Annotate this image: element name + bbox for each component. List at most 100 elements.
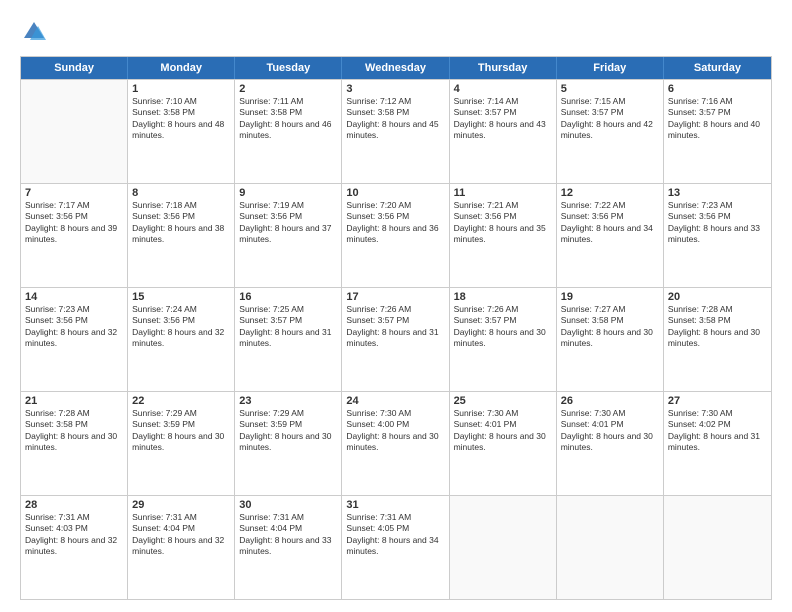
day-number: 13 bbox=[668, 187, 767, 199]
cell-line: Daylight: 8 hours and 33 minutes. bbox=[668, 223, 767, 246]
cell-line: Sunset: 3:57 PM bbox=[454, 107, 552, 118]
day-number: 24 bbox=[346, 395, 444, 407]
day-number: 23 bbox=[239, 395, 337, 407]
cal-header-cell: Sunday bbox=[21, 57, 128, 79]
cal-header-cell: Wednesday bbox=[342, 57, 449, 79]
cell-line: Sunrise: 7:27 AM bbox=[561, 304, 659, 315]
cal-cell: 12Sunrise: 7:22 AMSunset: 3:56 PMDayligh… bbox=[557, 184, 664, 287]
cal-week: 1Sunrise: 7:10 AMSunset: 3:58 PMDaylight… bbox=[21, 79, 771, 183]
cell-line: Sunset: 3:58 PM bbox=[239, 107, 337, 118]
cell-line: Sunrise: 7:15 AM bbox=[561, 96, 659, 107]
cell-line: Daylight: 8 hours and 42 minutes. bbox=[561, 119, 659, 142]
cell-line: Sunset: 3:58 PM bbox=[25, 419, 123, 430]
day-number: 21 bbox=[25, 395, 123, 407]
page: SundayMondayTuesdayWednesdayThursdayFrid… bbox=[0, 0, 792, 612]
cell-line: Sunset: 3:56 PM bbox=[346, 211, 444, 222]
cell-line: Sunrise: 7:31 AM bbox=[25, 512, 123, 523]
cal-cell: 31Sunrise: 7:31 AMSunset: 4:05 PMDayligh… bbox=[342, 496, 449, 599]
cell-line: Sunset: 3:56 PM bbox=[132, 211, 230, 222]
cal-cell: 28Sunrise: 7:31 AMSunset: 4:03 PMDayligh… bbox=[21, 496, 128, 599]
cell-line: Daylight: 8 hours and 30 minutes. bbox=[454, 431, 552, 454]
calendar-header-row: SundayMondayTuesdayWednesdayThursdayFrid… bbox=[21, 57, 771, 79]
logo-icon bbox=[20, 18, 48, 46]
cell-line: Sunrise: 7:20 AM bbox=[346, 200, 444, 211]
cell-line: Sunset: 4:00 PM bbox=[346, 419, 444, 430]
cell-line: Sunrise: 7:23 AM bbox=[25, 304, 123, 315]
cell-line: Daylight: 8 hours and 35 minutes. bbox=[454, 223, 552, 246]
cell-line: Sunrise: 7:24 AM bbox=[132, 304, 230, 315]
cal-cell: 1Sunrise: 7:10 AMSunset: 3:58 PMDaylight… bbox=[128, 80, 235, 183]
cell-line: Sunrise: 7:10 AM bbox=[132, 96, 230, 107]
cal-cell: 4Sunrise: 7:14 AMSunset: 3:57 PMDaylight… bbox=[450, 80, 557, 183]
cal-cell: 21Sunrise: 7:28 AMSunset: 3:58 PMDayligh… bbox=[21, 392, 128, 495]
day-number: 8 bbox=[132, 187, 230, 199]
cell-line: Sunset: 3:56 PM bbox=[668, 211, 767, 222]
day-number: 3 bbox=[346, 83, 444, 95]
day-number: 10 bbox=[346, 187, 444, 199]
cal-week: 7Sunrise: 7:17 AMSunset: 3:56 PMDaylight… bbox=[21, 183, 771, 287]
cell-line: Sunset: 3:58 PM bbox=[132, 107, 230, 118]
cal-cell: 23Sunrise: 7:29 AMSunset: 3:59 PMDayligh… bbox=[235, 392, 342, 495]
day-number: 25 bbox=[454, 395, 552, 407]
cell-line: Daylight: 8 hours and 30 minutes. bbox=[346, 431, 444, 454]
cal-cell: 22Sunrise: 7:29 AMSunset: 3:59 PMDayligh… bbox=[128, 392, 235, 495]
cell-line: Daylight: 8 hours and 38 minutes. bbox=[132, 223, 230, 246]
day-number: 20 bbox=[668, 291, 767, 303]
cell-line: Daylight: 8 hours and 36 minutes. bbox=[346, 223, 444, 246]
cell-line: Sunset: 3:59 PM bbox=[132, 419, 230, 430]
cal-cell: 24Sunrise: 7:30 AMSunset: 4:00 PMDayligh… bbox=[342, 392, 449, 495]
cell-line: Sunrise: 7:25 AM bbox=[239, 304, 337, 315]
cell-line: Sunrise: 7:30 AM bbox=[346, 408, 444, 419]
cell-line: Daylight: 8 hours and 45 minutes. bbox=[346, 119, 444, 142]
calendar: SundayMondayTuesdayWednesdayThursdayFrid… bbox=[20, 56, 772, 600]
day-number: 1 bbox=[132, 83, 230, 95]
cell-line: Sunrise: 7:16 AM bbox=[668, 96, 767, 107]
cell-line: Sunrise: 7:31 AM bbox=[132, 512, 230, 523]
cell-line: Sunset: 3:56 PM bbox=[25, 211, 123, 222]
day-number: 15 bbox=[132, 291, 230, 303]
cell-line: Sunset: 4:05 PM bbox=[346, 523, 444, 534]
cal-header-cell: Thursday bbox=[450, 57, 557, 79]
cal-cell: 30Sunrise: 7:31 AMSunset: 4:04 PMDayligh… bbox=[235, 496, 342, 599]
cell-line: Sunset: 3:57 PM bbox=[668, 107, 767, 118]
day-number: 12 bbox=[561, 187, 659, 199]
cell-line: Sunrise: 7:22 AM bbox=[561, 200, 659, 211]
cell-line: Sunrise: 7:31 AM bbox=[346, 512, 444, 523]
cal-week: 28Sunrise: 7:31 AMSunset: 4:03 PMDayligh… bbox=[21, 495, 771, 599]
day-number: 19 bbox=[561, 291, 659, 303]
cell-line: Sunrise: 7:26 AM bbox=[454, 304, 552, 315]
cal-cell: 25Sunrise: 7:30 AMSunset: 4:01 PMDayligh… bbox=[450, 392, 557, 495]
cell-line: Sunset: 3:58 PM bbox=[561, 315, 659, 326]
cell-line: Daylight: 8 hours and 43 minutes. bbox=[454, 119, 552, 142]
cell-line: Daylight: 8 hours and 48 minutes. bbox=[132, 119, 230, 142]
cell-line: Daylight: 8 hours and 32 minutes. bbox=[132, 535, 230, 558]
cell-line: Sunrise: 7:12 AM bbox=[346, 96, 444, 107]
cell-line: Daylight: 8 hours and 30 minutes. bbox=[132, 431, 230, 454]
cell-line: Sunrise: 7:17 AM bbox=[25, 200, 123, 211]
cell-line: Daylight: 8 hours and 30 minutes. bbox=[561, 431, 659, 454]
day-number: 31 bbox=[346, 499, 444, 511]
cal-cell: 3Sunrise: 7:12 AMSunset: 3:58 PMDaylight… bbox=[342, 80, 449, 183]
cell-line: Sunset: 3:57 PM bbox=[346, 315, 444, 326]
day-number: 28 bbox=[25, 499, 123, 511]
cal-cell: 6Sunrise: 7:16 AMSunset: 3:57 PMDaylight… bbox=[664, 80, 771, 183]
cal-cell: 16Sunrise: 7:25 AMSunset: 3:57 PMDayligh… bbox=[235, 288, 342, 391]
cell-line: Sunrise: 7:28 AM bbox=[25, 408, 123, 419]
cell-line: Daylight: 8 hours and 32 minutes. bbox=[25, 535, 123, 558]
cal-cell: 13Sunrise: 7:23 AMSunset: 3:56 PMDayligh… bbox=[664, 184, 771, 287]
day-number: 7 bbox=[25, 187, 123, 199]
cell-line: Sunset: 3:57 PM bbox=[239, 315, 337, 326]
cal-cell: 10Sunrise: 7:20 AMSunset: 3:56 PMDayligh… bbox=[342, 184, 449, 287]
cal-header-cell: Tuesday bbox=[235, 57, 342, 79]
day-number: 16 bbox=[239, 291, 337, 303]
cell-line: Daylight: 8 hours and 30 minutes. bbox=[239, 431, 337, 454]
cell-line: Sunset: 3:56 PM bbox=[561, 211, 659, 222]
day-number: 5 bbox=[561, 83, 659, 95]
cell-line: Daylight: 8 hours and 46 minutes. bbox=[239, 119, 337, 142]
cell-line: Daylight: 8 hours and 30 minutes. bbox=[561, 327, 659, 350]
cal-cell: 20Sunrise: 7:28 AMSunset: 3:58 PMDayligh… bbox=[664, 288, 771, 391]
day-number: 18 bbox=[454, 291, 552, 303]
cell-line: Sunrise: 7:14 AM bbox=[454, 96, 552, 107]
day-number: 2 bbox=[239, 83, 337, 95]
cal-cell: 7Sunrise: 7:17 AMSunset: 3:56 PMDaylight… bbox=[21, 184, 128, 287]
